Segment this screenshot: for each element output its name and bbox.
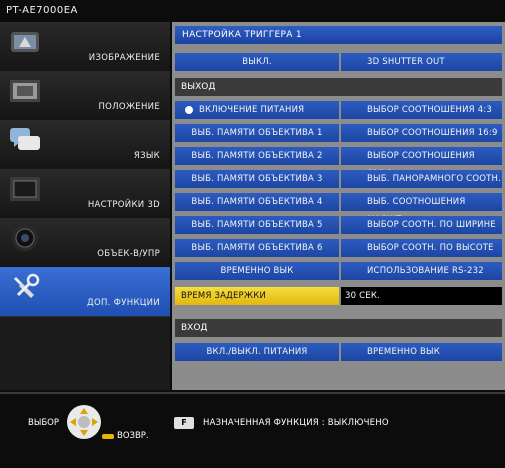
section-input: ВХОД xyxy=(175,319,502,337)
delay-row: ВРЕМЯ ЗАДЕРЖКИ 30 СЕК. xyxy=(175,287,502,305)
sidebar-menu: ИЗОБРАЖЕНИЕ ПОЛОЖЕНИЕ ЯЗЫК НАСТРОЙКИ 3D … xyxy=(0,22,170,390)
option-aspect-height[interactable]: ВЫБОР СООТН. ПО ВЫСОТЕ xyxy=(341,239,502,257)
sidebar-item-position[interactable]: ПОЛОЖЕНИЕ xyxy=(0,71,170,121)
model-name: PT-AE7000EA xyxy=(6,5,78,16)
picture-icon xyxy=(11,32,39,52)
option-power-on[interactable]: ВКЛЮЧЕНИЕ ПИТАНИЯ xyxy=(175,101,339,119)
option-rs232[interactable]: ИСПОЛЬЗОВАНИЕ RS-232 xyxy=(341,262,502,280)
option-3d-shutter-out[interactable]: 3D SHUTTER OUT xyxy=(341,53,502,71)
option-lens-memory-4[interactable]: ВЫБ. ПАМЯТИ ОБЪЕКТИВА 4 xyxy=(175,193,339,211)
sidebar-item-lens[interactable]: ОБЪЕК-В/УПР xyxy=(0,218,170,268)
sidebar-item-picture[interactable]: ИЗОБРАЖЕНИЕ xyxy=(0,22,170,72)
sidebar-item-label: ИЗОБРАЖЕНИЕ xyxy=(88,53,160,63)
3d-settings-icon xyxy=(10,177,40,201)
section-output: ВЫХОД xyxy=(175,78,502,96)
dpad-icon xyxy=(67,405,101,439)
option-temp-off[interactable]: ВРЕМЕННО ВЫК xyxy=(175,262,339,280)
option-lens-memory-3[interactable]: ВЫБ. ПАМЯТИ ОБЪЕКТИВА 3 xyxy=(175,170,339,188)
output-row: ВКЛЮЧЕНИЕ ПИТАНИЯ ВЫБОР СООТНОШЕНИЯ 4:3 xyxy=(175,101,502,119)
select-label: ВЫБОР xyxy=(28,418,59,428)
sidebar-item-label: НАСТРОЙКИ 3D xyxy=(87,200,160,210)
delay-time-label[interactable]: ВРЕМЯ ЗАДЕРЖКИ xyxy=(175,287,339,305)
option-lens-memory-5[interactable]: ВЫБ. ПАМЯТИ ОБЪЕКТИВА 5 xyxy=(175,216,339,234)
tools-icon xyxy=(14,273,40,298)
sidebar-item-label: ПОЛОЖЕНИЕ xyxy=(98,102,160,112)
footer-bar: ВЫБОР ВОЗВР. F НАЗНАЧЕННАЯ ФУНКЦИЯ : ВЫК… xyxy=(0,392,505,468)
option-aspect-zoom[interactable]: ВЫБ. СООТНОШЕНИЯ МАСШТ. xyxy=(341,193,502,225)
position-icon xyxy=(10,80,40,102)
delay-time-value[interactable]: 30 СЕК. xyxy=(341,287,502,305)
option-aspect-s16-9[interactable]: ВЫБОР СООТНОШЕНИЯ S16:9 xyxy=(341,147,502,179)
top-row: ВЫКЛ. 3D SHUTTER OUT xyxy=(175,53,502,71)
sidebar-item-label: ЯЗЫК xyxy=(133,151,160,161)
option-aspect-16-9[interactable]: ВЫБОР СООТНОШЕНИЯ 16:9 xyxy=(341,124,502,142)
selected-radio-icon xyxy=(185,106,193,114)
output-row: ВЫБ. ПАМЯТИ ОБЪЕКТИВА 4 ВЫБ. СООТНОШЕНИЯ… xyxy=(175,193,502,225)
output-row: ВЫБ. ПАМЯТИ ОБЪЕКТИВА 2 ВЫБОР СООТНОШЕНИ… xyxy=(175,147,502,179)
output-row: ВЫБ. ПАМЯТИ ОБЪЕКТИВА 3 ВЫБ. ПАНОРАМНОГО… xyxy=(175,170,502,188)
option-aspect-width[interactable]: ВЫБОР СООТН. ПО ШИРИНЕ xyxy=(341,216,502,234)
option-input-temp-off[interactable]: ВРЕМЕННО ВЫК xyxy=(341,343,502,361)
sidebar-item-label: ОБЪЕК-В/УПР xyxy=(97,249,160,259)
sidebar-item-3d-settings[interactable]: НАСТРОЙКИ 3D xyxy=(0,169,170,219)
output-row: ВРЕМЕННО ВЫК ИСПОЛЬЗОВАНИЕ RS-232 xyxy=(175,262,502,280)
sidebar-item-label: ДОП. ФУНКЦИИ xyxy=(87,298,160,308)
language-icon xyxy=(10,128,40,150)
input-row: ВКЛ./ВЫКЛ. ПИТАНИЯ ВРЕМЕННО ВЫК xyxy=(175,343,502,361)
assigned-function-status: НАЗНАЧЕННАЯ ФУНКЦИЯ : ВЫКЛЮЧЕНО xyxy=(203,418,389,428)
output-row: ВЫБ. ПАМЯТИ ОБЪЕКТИВА 6 ВЫБОР СООТН. ПО … xyxy=(175,239,502,257)
panel-title: НАСТРОЙКА ТРИГГЕРА 1 xyxy=(175,26,502,44)
option-power-on-off[interactable]: ВКЛ./ВЫКЛ. ПИТАНИЯ xyxy=(175,343,339,361)
sidebar-item-advanced-functions[interactable]: ДОП. ФУНКЦИИ xyxy=(0,267,170,317)
f-button-icon[interactable]: F xyxy=(174,417,194,429)
output-row: ВЫБ. ПАМЯТИ ОБЪЕКТИВА 5 ВЫБОР СООТН. ПО … xyxy=(175,216,502,234)
output-row: ВЫБ. ПАМЯТИ ОБЪЕКТИВА 1 ВЫБОР СООТНОШЕНИ… xyxy=(175,124,502,142)
option-aspect-4-3[interactable]: ВЫБОР СООТНОШЕНИЯ 4:3 xyxy=(341,101,502,119)
option-off[interactable]: ВЫКЛ. xyxy=(175,53,339,71)
lens-icon xyxy=(12,225,38,251)
option-lens-memory-6[interactable]: ВЫБ. ПАМЯТИ ОБЪЕКТИВА 6 xyxy=(175,239,339,257)
option-lens-memory-1[interactable]: ВЫБ. ПАМЯТИ ОБЪЕКТИВА 1 xyxy=(175,124,339,142)
sidebar-item-language[interactable]: ЯЗЫК xyxy=(0,120,170,170)
option-lens-memory-2[interactable]: ВЫБ. ПАМЯТИ ОБЪЕКТИВА 2 xyxy=(175,147,339,165)
back-button-icon[interactable] xyxy=(102,434,114,439)
trigger-settings-panel: НАСТРОЙКА ТРИГГЕРА 1 ВЫКЛ. 3D SHUTTER OU… xyxy=(172,22,505,390)
option-aspect-panoramic[interactable]: ВЫБ. ПАНОРАМНОГО СООТН. xyxy=(341,170,502,188)
back-label: ВОЗВР. xyxy=(117,431,149,441)
